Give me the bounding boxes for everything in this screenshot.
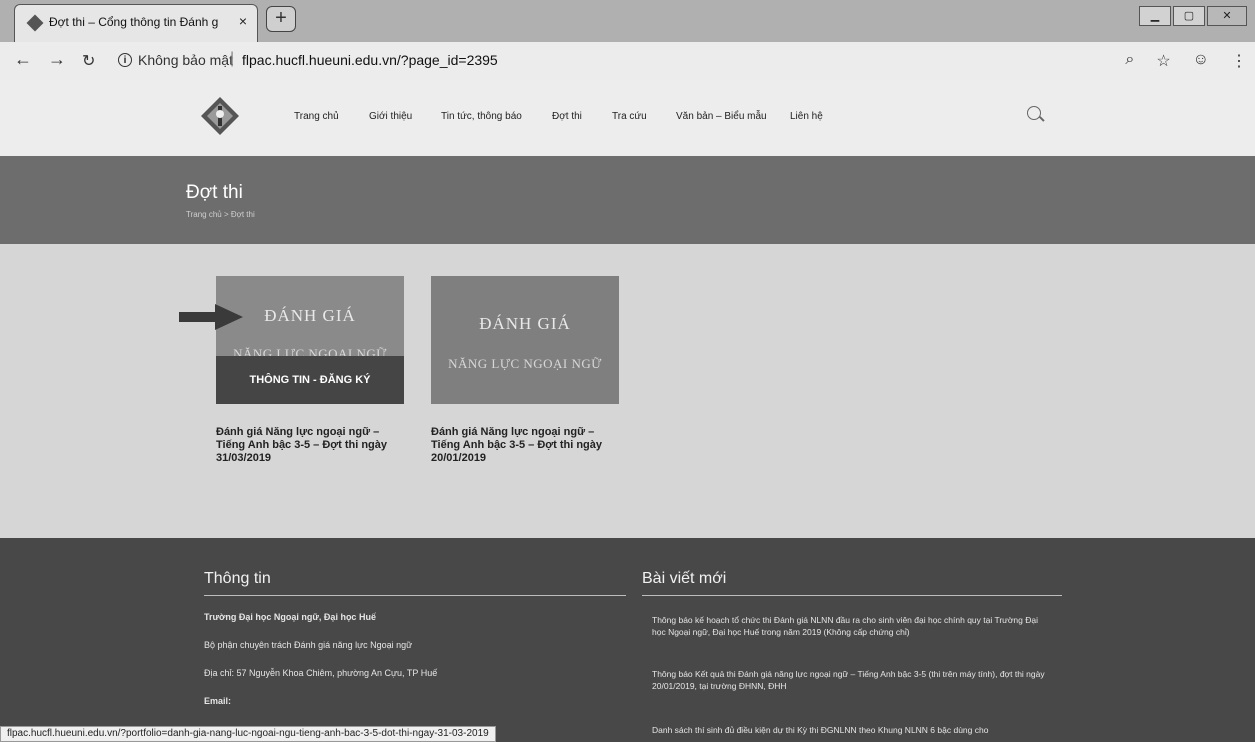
nav-item-about[interactable]: Giới thiệu (369, 111, 412, 122)
extension-icon[interactable]: ☺ (1193, 51, 1209, 71)
url-field[interactable]: flpac.hucfl.hueuni.edu.vn/?page_id=2395 (242, 52, 498, 68)
browser-tab[interactable]: Đợt thi – Cổng thông tin Đánh g × (14, 4, 258, 42)
nav-item-exams[interactable]: Đợt thi (552, 111, 582, 122)
nav-item-home[interactable]: Trang chủ (294, 111, 339, 122)
card-caption-link[interactable]: Đánh giá Năng lực ngoại ngữ – Tiếng Anh … (431, 426, 611, 465)
recent-post-link[interactable]: Danh sách thí sinh đủ điều kiện dự thi K… (652, 724, 1052, 736)
nav-item-documents[interactable]: Văn bản – Biểu mẫu (676, 111, 767, 122)
tab-strip: Đợt thi – Cổng thông tin Đánh g × + ▁ ▢ … (0, 0, 1255, 42)
window-controls: ▁ ▢ ✕ (1139, 6, 1247, 26)
card-image-subtitle: NĂNG LỰC NGOẠI NGỮ (448, 356, 602, 371)
register-info-button[interactable]: THÔNG TIN - ĐĂNG KÝ (216, 356, 404, 404)
close-window-button[interactable]: ✕ (1207, 6, 1247, 26)
breadcrumb[interactable]: Trang chủ > Đợt thi (186, 210, 255, 219)
menu-kebab-icon[interactable]: ⋮ (1231, 51, 1247, 71)
portfolio-grid: ĐÁNH GIÁ NĂNG LỰC NGOẠI NGỮ THÔNG TIN - … (0, 244, 1255, 538)
minimize-button[interactable]: ▁ (1139, 6, 1171, 26)
footer-info-line: Trường Đại học Ngoại ngữ, Đại học Huế (204, 612, 376, 622)
info-icon[interactable]: i (118, 53, 132, 67)
card-caption-link[interactable]: Đánh giá Năng lực ngoại ngữ – Tiếng Anh … (216, 426, 396, 465)
reload-icon[interactable]: ↻ (82, 51, 95, 71)
maximize-button[interactable]: ▢ (1173, 6, 1205, 26)
tab-close-button[interactable]: × (239, 13, 247, 29)
zoom-icon[interactable]: ⌕ (1125, 51, 1134, 71)
nav-item-lookup[interactable]: Tra cứu (612, 111, 647, 122)
card-image[interactable]: ĐÁNH GIÁ NĂNG LỰC NGOẠI NGỮ THÔNG TIN - … (216, 276, 404, 404)
address-bar: ← → ↻ i Không bảo mật | flpac.hucfl.hueu… (0, 42, 1255, 81)
nav-item-contact[interactable]: Liên hệ (790, 111, 823, 122)
portfolio-card[interactable]: ĐÁNH GIÁ NĂNG LỰC NGOẠI NGỮ Đánh giá Năn… (431, 276, 621, 465)
site-footer: Thông tin Trường Đại học Ngoại ngữ, Đại … (0, 538, 1255, 742)
card-image-title: ĐÁNH GIÁ (479, 314, 571, 333)
url-separator: | (230, 50, 235, 67)
nav-item-news[interactable]: Tin tức, thông báo (441, 111, 522, 122)
back-icon[interactable]: ← (14, 49, 32, 70)
site-favicon-icon (26, 14, 44, 32)
search-icon[interactable] (1027, 106, 1041, 120)
footer-divider (642, 595, 1062, 596)
footer-divider (204, 595, 626, 596)
new-tab-button[interactable]: + (266, 6, 296, 32)
recent-post-link[interactable]: Thông báo Kết quả thi Đánh giá năng lực … (652, 668, 1052, 692)
footer-info-line: Địa chỉ: 57 Nguyễn Khoa Chiêm, phường An… (204, 668, 438, 678)
card-image-title: ĐÁNH GIÁ (264, 306, 356, 325)
footer-info-line: Bộ phận chuyên trách Đánh giá năng lực N… (204, 640, 413, 650)
page-title-band: Đợt thi Trang chủ > Đợt thi (0, 156, 1255, 244)
security-label[interactable]: Không bảo mật (138, 52, 233, 68)
tab-title: Đợt thi – Cổng thông tin Đánh g (49, 15, 219, 29)
card-image[interactable]: ĐÁNH GIÁ NĂNG LỰC NGOẠI NGỮ (431, 276, 619, 404)
site-logo-icon[interactable] (200, 96, 240, 136)
pointer-arrow-icon (179, 304, 243, 330)
footer-posts-heading: Bài viết mới (642, 570, 727, 587)
footer-info-heading: Thông tin (204, 570, 271, 587)
recent-post-link[interactable]: Thông báo kế hoạch tổ chức thi Đánh giá … (652, 614, 1052, 638)
portfolio-card[interactable]: ĐÁNH GIÁ NĂNG LỰC NGOẠI NGỮ THÔNG TIN - … (216, 276, 406, 465)
site-header: Trang chủ Giới thiệu Tin tức, thông báo … (0, 80, 1255, 156)
bookmark-star-icon[interactable]: ☆ (1156, 51, 1170, 71)
page-title: Đợt thi (186, 182, 243, 203)
forward-icon[interactable]: → (48, 49, 66, 70)
footer-email-line[interactable]: Email: (204, 696, 231, 706)
address-bar-actions: ⌕ ☆ ☺ ⋮ (1125, 51, 1247, 71)
status-bar-url: flpac.hucfl.hueuni.edu.vn/?portfolio=dan… (0, 726, 496, 742)
